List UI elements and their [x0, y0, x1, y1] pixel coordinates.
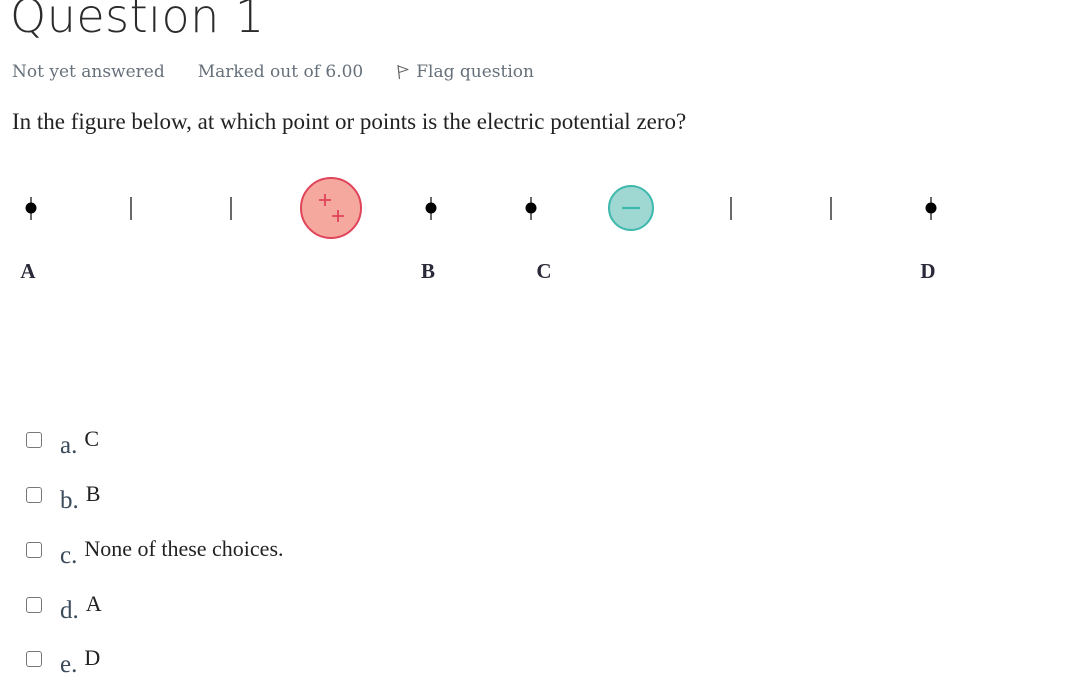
answer-letter: d. [60, 597, 79, 624]
answer-text: D [84, 645, 101, 670]
question-marks: Marked out of 6.00 [197, 62, 364, 82]
answer-option-a[interactable]: a. C [26, 426, 99, 460]
answer-text: None of these choices. [84, 536, 284, 561]
answer-text: C [84, 426, 100, 451]
answer-checkbox[interactable] [26, 432, 42, 448]
charge-diagram [25, 177, 937, 239]
point-label-a: A [20, 259, 36, 283]
answer-letter: a. [60, 432, 78, 459]
question-status: Not yet answered [12, 62, 165, 82]
question-text: In the figure below, at which point or p… [12, 109, 687, 134]
question-title: Question 1 [10, 0, 265, 43]
answer-option-d[interactable]: d. A [26, 591, 102, 625]
charge-figure: A B C D [0, 160, 1000, 300]
answer-checkbox[interactable] [26, 597, 42, 613]
answer-letter: b. [60, 487, 79, 514]
question-info: Not yet answered Marked out of 6.00 Flag… [12, 62, 534, 82]
answer-letter: e. [60, 651, 78, 678]
answer-text: A [85, 591, 102, 616]
negative-charge [608, 185, 654, 231]
answer-option-b[interactable]: b. B [26, 481, 100, 515]
positive-charge [300, 177, 362, 239]
answer-checkbox[interactable] [26, 487, 42, 503]
point-marker [425, 197, 437, 220]
point-marker [525, 197, 537, 220]
answer-checkbox[interactable] [26, 542, 42, 558]
answer-option-c[interactable]: c. None of these choices. [26, 536, 284, 570]
point-marker [25, 197, 37, 220]
point-marker [925, 197, 937, 220]
point-label-d: D [920, 259, 936, 283]
answer-text: B [85, 481, 101, 506]
flag-question-label: Flag question [416, 62, 534, 82]
point-label-c: C [536, 259, 552, 283]
flag-question-link[interactable]: Flag question [396, 62, 534, 82]
answer-letter: c. [60, 542, 78, 569]
answer-checkbox[interactable] [26, 651, 42, 667]
answer-option-e[interactable]: e. D [26, 645, 100, 679]
point-label-b: B [420, 259, 436, 283]
flag-icon [397, 64, 409, 80]
